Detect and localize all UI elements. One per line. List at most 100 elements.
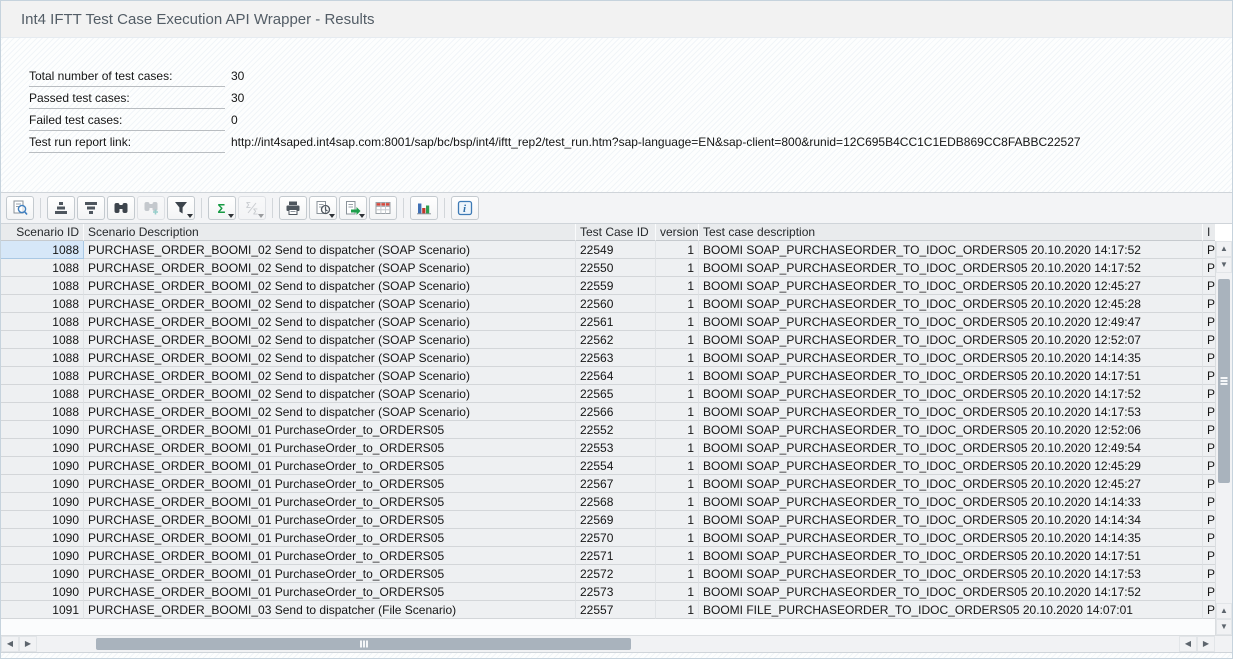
cell-version[interactable]: 1 (656, 439, 699, 457)
cell-version[interactable]: 1 (656, 403, 699, 421)
column-header-result[interactable]: I (1203, 224, 1215, 241)
cell-scenario_desc[interactable]: PURCHASE_ORDER_BOOMI_01 PurchaseOrder_to… (84, 457, 576, 475)
cell-scenario_desc[interactable]: PURCHASE_ORDER_BOOMI_02 Send to dispatch… (84, 241, 576, 259)
cell-scenario_desc[interactable]: PURCHASE_ORDER_BOOMI_02 Send to dispatch… (84, 313, 576, 331)
cell-scenario_desc[interactable]: PURCHASE_ORDER_BOOMI_01 PurchaseOrder_to… (84, 529, 576, 547)
scroll-right-button[interactable]: ▶ (19, 636, 37, 652)
cell-test_desc[interactable]: BOOMI SOAP_PURCHASEORDER_TO_IDOC_ORDERS0… (699, 385, 1203, 403)
cell-result[interactable]: P (1203, 457, 1215, 475)
cell-version[interactable]: 1 (656, 601, 699, 619)
cell-result[interactable]: P (1203, 313, 1215, 331)
vertical-scrollbar[interactable]: ▲ ▼ ▲ ▼ (1215, 241, 1232, 635)
column-header-scenario_id[interactable]: Scenario ID (1, 224, 84, 241)
cell-test_case_id[interactable]: 22559 (576, 277, 656, 295)
find-button[interactable] (107, 196, 135, 220)
cell-scenario_id[interactable]: 1088 (1, 313, 84, 331)
filter-button[interactable] (167, 196, 195, 220)
cell-result[interactable]: P (1203, 547, 1215, 565)
cell-test_case_id[interactable]: 22563 (576, 349, 656, 367)
details-button[interactable] (6, 196, 34, 220)
cell-test_case_id[interactable]: 22550 (576, 259, 656, 277)
cell-scenario_id[interactable]: 1088 (1, 241, 84, 259)
cell-test_case_id[interactable]: 22549 (576, 241, 656, 259)
vertical-scroll-thumb[interactable] (1218, 279, 1230, 483)
cell-test_case_id[interactable]: 22560 (576, 295, 656, 313)
subtotal-button[interactable]: ΣΣ (238, 196, 266, 220)
sort-descending-button[interactable] (77, 196, 105, 220)
cell-version[interactable]: 1 (656, 331, 699, 349)
scroll-page-up-button[interactable]: ▲ (1216, 603, 1232, 619)
cell-scenario_id[interactable]: 1091 (1, 601, 84, 619)
cell-version[interactable]: 1 (656, 475, 699, 493)
column-header-version[interactable]: version (656, 224, 699, 241)
cell-result[interactable]: P (1203, 241, 1215, 259)
cell-test_case_id[interactable]: 22573 (576, 583, 656, 601)
cell-result[interactable]: P (1203, 475, 1215, 493)
cell-scenario_desc[interactable]: PURCHASE_ORDER_BOOMI_01 PurchaseOrder_to… (84, 583, 576, 601)
cell-scenario_id[interactable]: 1090 (1, 421, 84, 439)
cell-test_desc[interactable]: BOOMI SOAP_PURCHASEORDER_TO_IDOC_ORDERS0… (699, 349, 1203, 367)
cell-scenario_id[interactable]: 1090 (1, 511, 84, 529)
cell-test_case_id[interactable]: 22564 (576, 367, 656, 385)
cell-version[interactable]: 1 (656, 457, 699, 475)
cell-test_desc[interactable]: BOOMI SOAP_PURCHASEORDER_TO_IDOC_ORDERS0… (699, 295, 1203, 313)
cell-scenario_id[interactable]: 1090 (1, 565, 84, 583)
graphic-button[interactable] (410, 196, 438, 220)
cell-result[interactable]: P (1203, 439, 1215, 457)
cell-scenario_desc[interactable]: PURCHASE_ORDER_BOOMI_02 Send to dispatch… (84, 367, 576, 385)
cell-test_desc[interactable]: BOOMI SOAP_PURCHASEORDER_TO_IDOC_ORDERS0… (699, 403, 1203, 421)
cell-scenario_id[interactable]: 1088 (1, 259, 84, 277)
cell-scenario_desc[interactable]: PURCHASE_ORDER_BOOMI_01 PurchaseOrder_to… (84, 439, 576, 457)
cell-scenario_id[interactable]: 1088 (1, 331, 84, 349)
views-button[interactable] (309, 196, 337, 220)
cell-scenario_desc[interactable]: PURCHASE_ORDER_BOOMI_02 Send to dispatch… (84, 385, 576, 403)
cell-scenario_desc[interactable]: PURCHASE_ORDER_BOOMI_02 Send to dispatch… (84, 403, 576, 421)
cell-version[interactable]: 1 (656, 565, 699, 583)
scroll-up-button[interactable]: ▲ (1216, 241, 1232, 257)
cell-result[interactable]: P (1203, 367, 1215, 385)
cell-result[interactable]: P (1203, 583, 1215, 601)
choose-layout-button[interactable] (369, 196, 397, 220)
cell-test_desc[interactable]: BOOMI SOAP_PURCHASEORDER_TO_IDOC_ORDERS0… (699, 421, 1203, 439)
cell-scenario_id[interactable]: 1090 (1, 457, 84, 475)
cell-result[interactable]: P (1203, 349, 1215, 367)
cell-scenario_id[interactable]: 1090 (1, 439, 84, 457)
cell-test_desc[interactable]: BOOMI SOAP_PURCHASEORDER_TO_IDOC_ORDERS0… (699, 331, 1203, 349)
export-button[interactable] (339, 196, 367, 220)
cell-test_case_id[interactable]: 22565 (576, 385, 656, 403)
scroll-page-down-button[interactable]: ▼ (1216, 619, 1232, 635)
scroll-left-button[interactable]: ◀ (1, 636, 19, 652)
cell-test_case_id[interactable]: 22570 (576, 529, 656, 547)
cell-result[interactable]: P (1203, 295, 1215, 313)
cell-scenario_desc[interactable]: PURCHASE_ORDER_BOOMI_01 PurchaseOrder_to… (84, 475, 576, 493)
cell-result[interactable]: P (1203, 259, 1215, 277)
cell-test_case_id[interactable]: 22553 (576, 439, 656, 457)
cell-scenario_desc[interactable]: PURCHASE_ORDER_BOOMI_01 PurchaseOrder_to… (84, 547, 576, 565)
cell-scenario_id[interactable]: 1088 (1, 277, 84, 295)
cell-scenario_desc[interactable]: PURCHASE_ORDER_BOOMI_03 Send to dispatch… (84, 601, 576, 619)
cell-result[interactable]: P (1203, 601, 1215, 619)
cell-test_desc[interactable]: BOOMI SOAP_PURCHASEORDER_TO_IDOC_ORDERS0… (699, 241, 1203, 259)
cell-scenario_id[interactable]: 1088 (1, 367, 84, 385)
cell-scenario_id[interactable]: 1088 (1, 403, 84, 421)
cell-version[interactable]: 1 (656, 367, 699, 385)
sum-button[interactable]: Σ (208, 196, 236, 220)
cell-scenario_id[interactable]: 1088 (1, 349, 84, 367)
cell-scenario_desc[interactable]: PURCHASE_ORDER_BOOMI_01 PurchaseOrder_to… (84, 493, 576, 511)
cell-result[interactable]: P (1203, 511, 1215, 529)
cell-result[interactable]: P (1203, 421, 1215, 439)
cell-result[interactable]: P (1203, 403, 1215, 421)
cell-result[interactable]: P (1203, 277, 1215, 295)
cell-test_case_id[interactable]: 22567 (576, 475, 656, 493)
cell-version[interactable]: 1 (656, 547, 699, 565)
cell-result[interactable]: P (1203, 565, 1215, 583)
cell-version[interactable]: 1 (656, 241, 699, 259)
column-header-scenario_desc[interactable]: Scenario Description (84, 224, 576, 241)
cell-scenario_desc[interactable]: PURCHASE_ORDER_BOOMI_01 PurchaseOrder_to… (84, 421, 576, 439)
cell-test_desc[interactable]: BOOMI SOAP_PURCHASEORDER_TO_IDOC_ORDERS0… (699, 493, 1203, 511)
cell-test_desc[interactable]: BOOMI SOAP_PURCHASEORDER_TO_IDOC_ORDERS0… (699, 277, 1203, 295)
cell-scenario_desc[interactable]: PURCHASE_ORDER_BOOMI_02 Send to dispatch… (84, 259, 576, 277)
cell-scenario_id[interactable]: 1090 (1, 583, 84, 601)
cell-scenario_desc[interactable]: PURCHASE_ORDER_BOOMI_02 Send to dispatch… (84, 349, 576, 367)
cell-test_case_id[interactable]: 22552 (576, 421, 656, 439)
